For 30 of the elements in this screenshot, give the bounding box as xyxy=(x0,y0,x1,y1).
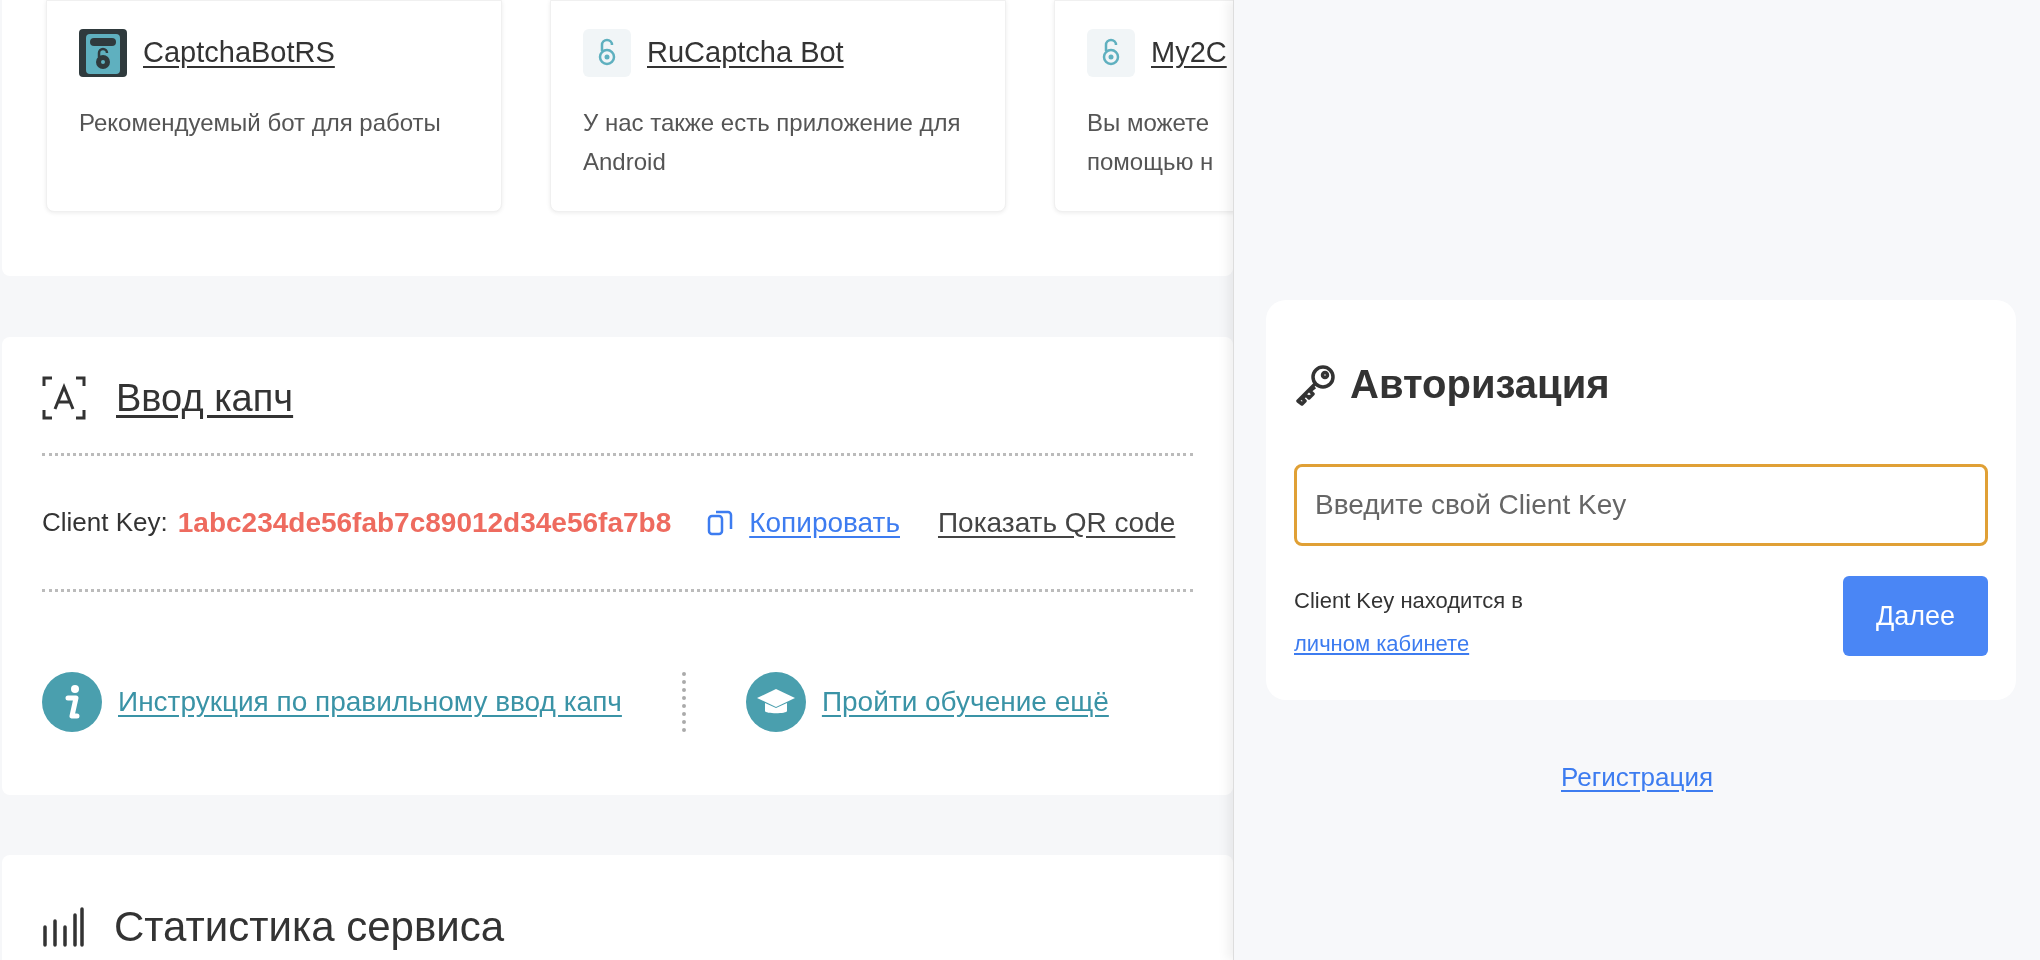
help-link[interactable]: Инструкция по правильному ввод капч xyxy=(118,681,622,723)
bot-lock-icon xyxy=(79,29,127,77)
account-link[interactable]: личном кабинете xyxy=(1294,627,1523,660)
help-link[interactable]: Пройти обучение ещё xyxy=(821,681,1109,723)
bot-description: Рекомендуемый бот для работы xyxy=(79,108,441,138)
hint-text: Client Key находится в xyxy=(1294,587,1523,615)
bot-description: помощью н xyxy=(1087,147,1214,177)
section-title: Статистика сервиса xyxy=(114,902,505,952)
auth-title: Авторизация xyxy=(1350,361,1610,408)
client-key-label: Client Key: xyxy=(42,506,168,539)
padlock-icon xyxy=(583,29,631,77)
padlock-icon xyxy=(1087,29,1135,77)
info-icon xyxy=(42,672,102,732)
graduation-cap-icon xyxy=(745,672,806,732)
bot-description: Вы можете xyxy=(1087,108,1210,138)
copy-link[interactable]: Копировать xyxy=(749,501,900,544)
bot-link[interactable]: RuCaptcha Bot xyxy=(647,31,844,75)
next-button[interactable]: Далее xyxy=(1843,576,1988,656)
text-recognition-icon xyxy=(42,376,86,420)
key-icon xyxy=(1294,362,1338,406)
bot-description: У нас также есть приложение для xyxy=(583,108,961,138)
client-key-input[interactable]: Введите свой Client Key xyxy=(1294,464,1988,546)
bar-chart-icon xyxy=(42,906,84,947)
bot-description: Android xyxy=(583,147,666,177)
register-link[interactable]: Регистрация xyxy=(1561,758,1713,797)
bot-link[interactable]: CaptchaBotRS xyxy=(143,31,335,75)
section-title-link[interactable]: Ввод капч xyxy=(116,369,294,427)
client-key-value: 1abc234de56fab7c89012d34e56fa7b8 xyxy=(177,505,672,540)
show-qr-link[interactable]: Показать QR code xyxy=(938,501,1176,544)
bot-link[interactable]: My2C xyxy=(1151,31,1227,75)
